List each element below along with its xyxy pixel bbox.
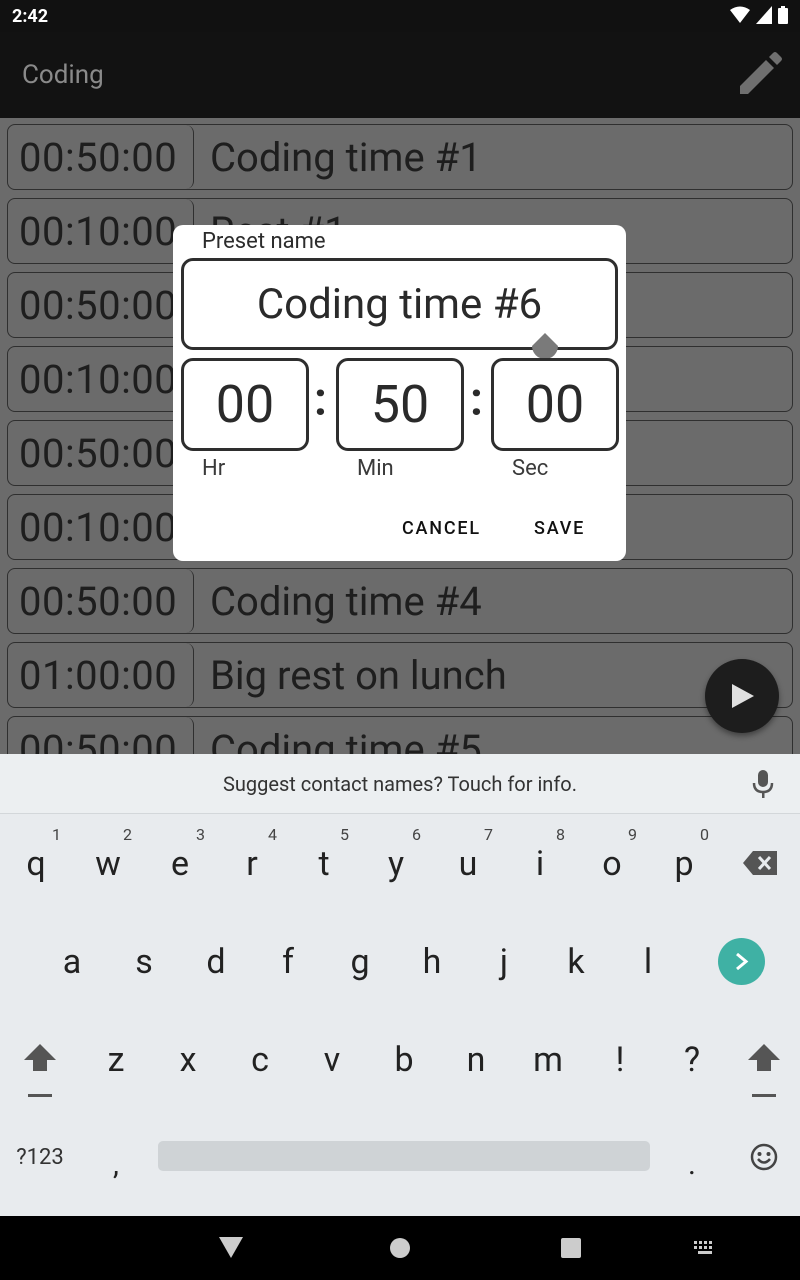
screen: 2:42 Coding 00:50:00 Coding time #1 00:1… <box>0 0 800 1280</box>
key-d[interactable]: d <box>180 932 252 992</box>
enter-button[interactable] <box>718 938 765 985</box>
shift-icon[interactable] <box>748 1044 780 1100</box>
key-v[interactable]: v <box>296 1030 368 1090</box>
minutes-input[interactable]: 50 <box>336 358 464 451</box>
edit-preset-dialog: Preset name Coding time #6 00 : 50 : 00 … <box>173 225 626 561</box>
edit-pencil-icon[interactable] <box>736 52 782 98</box>
keyboard-switch-icon[interactable] <box>694 1241 716 1255</box>
key-f[interactable]: f <box>252 932 324 992</box>
time-separator: : <box>470 373 483 427</box>
space-bar[interactable] <box>158 1141 650 1171</box>
key-q[interactable]: q <box>0 834 72 894</box>
preset-duration: 01:00:00 <box>8 643 194 707</box>
key-z[interactable]: z <box>80 1030 152 1090</box>
recents-icon[interactable] <box>561 1238 581 1258</box>
status-icons <box>730 6 788 24</box>
navigation-bar <box>0 1216 800 1280</box>
key-r[interactable]: r <box>216 834 288 894</box>
save-button[interactable]: SAVE <box>534 518 585 539</box>
key-s[interactable]: s <box>108 932 180 992</box>
app-title: Coding <box>22 60 104 90</box>
preset-name: Coding time #1 <box>210 133 482 181</box>
microphone-icon[interactable] <box>752 770 774 798</box>
symbols-key[interactable]: ?123 <box>4 1127 76 1187</box>
key-y[interactable]: y <box>360 834 432 894</box>
key-e[interactable]: e <box>144 834 216 894</box>
preset-duration: 00:10:00 <box>8 347 194 411</box>
soft-keyboard: Suggest contact names? Touch for info. 1… <box>0 754 800 1216</box>
preset-row[interactable]: 01:00:00 Big rest on lunch <box>7 642 793 708</box>
shift-icon[interactable] <box>24 1044 56 1100</box>
status-time: 2:42 <box>12 6 49 27</box>
preset-name-label: Preset name <box>202 229 326 254</box>
key-k[interactable]: k <box>540 932 612 992</box>
key-i[interactable]: i <box>504 834 576 894</box>
preset-name: Coding time #4 <box>210 577 482 625</box>
key-w[interactable]: w <box>72 834 144 894</box>
key-m[interactable]: m <box>512 1030 584 1090</box>
preset-row[interactable]: 00:50:00 Coding time #5 <box>7 716 793 754</box>
preset-name: Coding time #5 <box>210 725 482 755</box>
wifi-icon <box>730 6 750 23</box>
seconds-input[interactable]: 00 <box>491 358 619 451</box>
status-bar: 2:42 <box>0 0 800 32</box>
play-icon <box>732 684 754 708</box>
key-exclamation[interactable]: ! <box>584 1030 656 1090</box>
key-c[interactable]: c <box>224 1030 296 1090</box>
hours-label: Hr <box>202 456 226 481</box>
preset-duration: 00:10:00 <box>8 199 194 263</box>
cancel-button[interactable]: CANCEL <box>402 518 481 539</box>
back-icon[interactable] <box>219 1237 243 1259</box>
preset-duration: 00:50:00 <box>8 569 194 633</box>
preset-duration: 00:10:00 <box>8 495 194 559</box>
time-separator: : <box>314 373 327 427</box>
preset-row[interactable]: 00:50:00 Coding time #4 <box>7 568 793 634</box>
play-button[interactable] <box>705 659 779 733</box>
preset-duration: 00:50:00 <box>8 717 194 754</box>
key-t[interactable]: t <box>288 834 360 894</box>
key-u[interactable]: u <box>432 834 504 894</box>
preset-duration: 00:50:00 <box>8 421 194 485</box>
key-h[interactable]: h <box>396 932 468 992</box>
signal-icon <box>756 6 772 24</box>
key-b[interactable]: b <box>368 1030 440 1090</box>
home-icon[interactable] <box>390 1238 410 1258</box>
key-question[interactable]: ? <box>656 1030 728 1090</box>
suggestion-text[interactable]: Suggest contact names? Touch for info. <box>0 754 800 814</box>
comma-key[interactable]: , <box>80 1134 152 1194</box>
key-n[interactable]: n <box>440 1030 512 1090</box>
preset-row[interactable]: 00:50:00 Coding time #1 <box>7 124 793 190</box>
key-l[interactable]: l <box>612 932 684 992</box>
hours-input[interactable]: 00 <box>181 358 309 451</box>
key-p[interactable]: p <box>648 834 720 894</box>
minutes-label: Min <box>357 456 394 481</box>
key-x[interactable]: x <box>152 1030 224 1090</box>
period-key[interactable]: . <box>656 1134 728 1194</box>
key-j[interactable]: j <box>468 932 540 992</box>
key-g[interactable]: g <box>324 932 396 992</box>
key-a[interactable]: a <box>36 932 108 992</box>
preset-duration: 00:50:00 <box>8 273 194 337</box>
emoji-icon[interactable] <box>750 1143 778 1171</box>
battery-icon <box>778 6 788 24</box>
preset-duration: 00:50:00 <box>8 125 194 189</box>
key-o[interactable]: o <box>576 834 648 894</box>
seconds-label: Sec <box>512 456 549 481</box>
chevron-right-icon <box>736 953 749 970</box>
app-bar: Coding <box>0 32 800 118</box>
suggestion-strip[interactable]: Suggest contact names? Touch for info. <box>0 754 800 814</box>
backspace-icon[interactable] <box>743 851 777 875</box>
preset-name: Big rest on lunch <box>210 651 507 699</box>
